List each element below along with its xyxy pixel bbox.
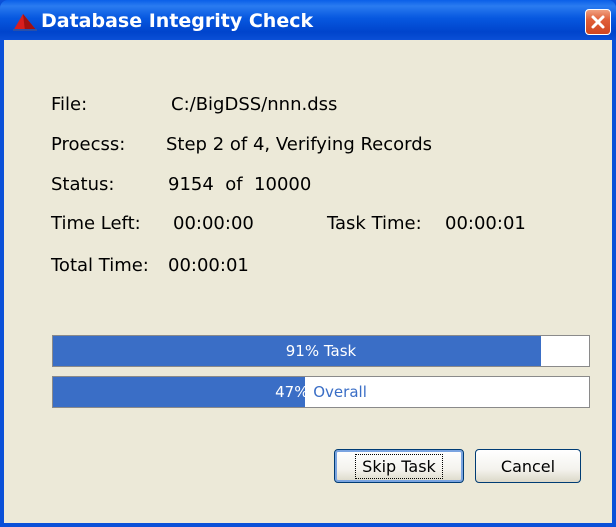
task-progress-label: 91% Task bbox=[285, 342, 357, 360]
skip-task-button[interactable]: Skip Task bbox=[334, 449, 464, 483]
close-button[interactable] bbox=[585, 9, 611, 35]
cancel-button[interactable]: Cancel bbox=[475, 449, 581, 483]
file-path-value: C:/BigDSS/nnn.dss bbox=[171, 94, 338, 115]
time-left-value: 00:00:00 bbox=[173, 213, 254, 234]
task-time-value: 00:00:01 bbox=[445, 213, 526, 234]
red-triangle-app-icon bbox=[13, 14, 37, 31]
dialog-window: Database Integrity Check File: C:/BigDSS… bbox=[0, 0, 616, 527]
cancel-label: Cancel bbox=[500, 456, 556, 476]
overall-progress-bar: 47% Overall bbox=[52, 376, 590, 408]
overall-text-label: Overall bbox=[308, 383, 367, 401]
file-label: File: bbox=[51, 94, 88, 115]
overall-progress-label-group: 47% Overall bbox=[53, 377, 589, 407]
window-title: Database Integrity Check bbox=[41, 10, 314, 32]
total-time-value: 00:00:01 bbox=[168, 255, 249, 276]
status-label: Status: bbox=[51, 174, 115, 195]
task-time-label: Task Time: bbox=[327, 213, 422, 234]
close-x-icon bbox=[591, 15, 605, 29]
dialog-body: File: C:/BigDSS/nnn.dss Proecss: Step 2 … bbox=[4, 40, 612, 523]
overall-percent-label: 47% bbox=[275, 383, 309, 401]
total-time-label: Total Time: bbox=[51, 255, 149, 276]
process-value: Step 2 of 4, Verifying Records bbox=[166, 134, 433, 155]
task-progress-bar: 91% Task bbox=[52, 335, 590, 367]
process-label: Proecss: bbox=[51, 134, 126, 155]
skip-task-label: Skip Task bbox=[355, 453, 443, 479]
time-left-label: Time Left: bbox=[51, 213, 141, 234]
status-value: 9154 of 10000 bbox=[168, 174, 312, 195]
title-bar[interactable]: Database Integrity Check bbox=[0, 0, 616, 40]
